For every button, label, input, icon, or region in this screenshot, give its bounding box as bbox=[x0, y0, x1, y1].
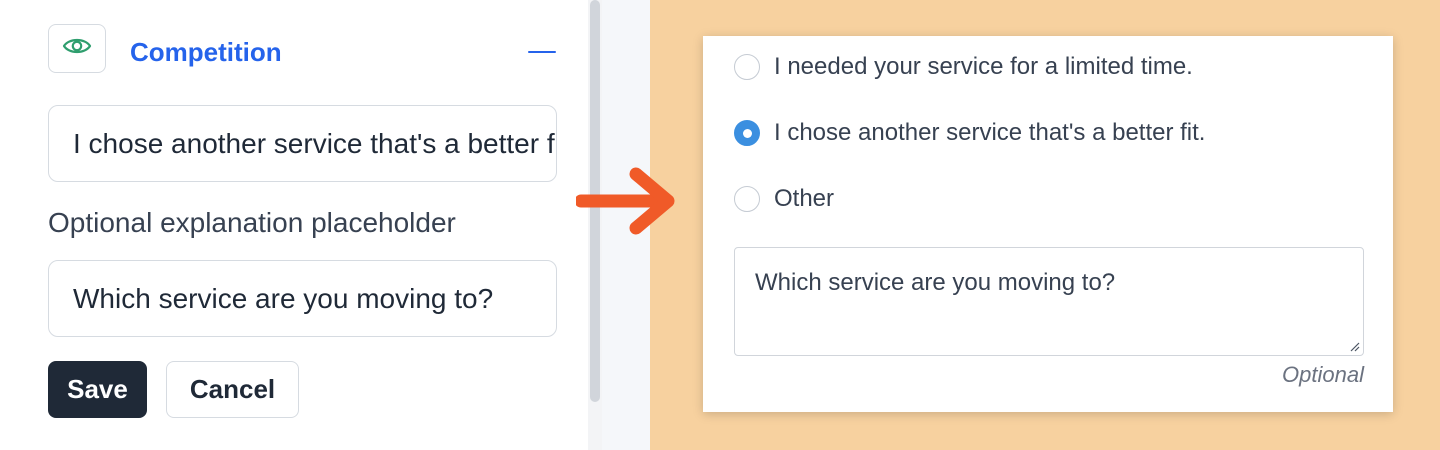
option-label: Other bbox=[774, 185, 835, 212]
preview-explanation-textarea[interactable]: Which service are you moving to? bbox=[734, 247, 1364, 356]
optional-note: Optional bbox=[1282, 362, 1364, 387]
preview-option-limited-time[interactable]: I needed your service for a limited time… bbox=[734, 52, 1193, 82]
section-title: Competition bbox=[130, 37, 282, 67]
preview-option-better-fit[interactable]: I chose another service that's a better … bbox=[734, 118, 1205, 148]
resize-grip-icon[interactable] bbox=[1350, 342, 1360, 352]
save-button[interactable]: Save bbox=[48, 361, 147, 418]
minus-icon bbox=[528, 50, 556, 54]
reason-text-field[interactable]: I chose another service that's a better … bbox=[48, 105, 557, 182]
option-label: I chose another service that's a better … bbox=[774, 119, 1206, 146]
radio-button-selected[interactable] bbox=[734, 120, 760, 146]
arrow-right-icon bbox=[576, 167, 675, 235]
option-label: I needed your service for a limited time… bbox=[774, 53, 1193, 80]
radio-button[interactable] bbox=[734, 186, 760, 212]
radio-dot bbox=[742, 128, 752, 138]
eye-icon bbox=[62, 36, 92, 61]
collapse-button[interactable] bbox=[526, 40, 558, 64]
preview-option-other[interactable]: Other bbox=[734, 184, 834, 214]
placeholder-field-label: Optional explanation placeholder bbox=[48, 207, 456, 238]
editor-panel: Competition I chose another service that… bbox=[0, 0, 588, 450]
cancel-button[interactable]: Cancel bbox=[166, 361, 299, 418]
placeholder-text-field[interactable]: Which service are you moving to? bbox=[48, 260, 557, 337]
visibility-toggle-button[interactable] bbox=[48, 24, 106, 73]
radio-button[interactable] bbox=[734, 54, 760, 80]
textarea-placeholder: Which service are you moving to? bbox=[755, 269, 1116, 296]
